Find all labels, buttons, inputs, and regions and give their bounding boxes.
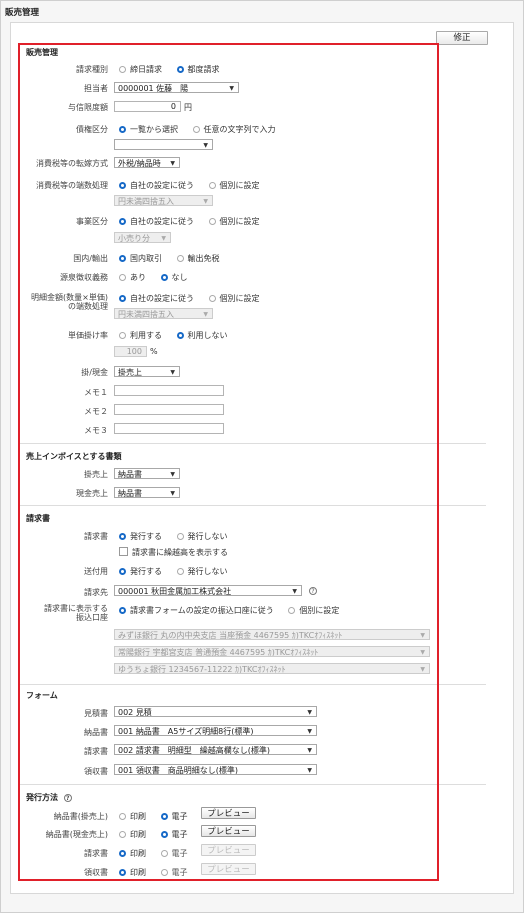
page-title: 販売管理 <box>5 8 40 18</box>
edit-button[interactable]: 修正 <box>436 31 488 45</box>
highlight-frame <box>18 43 439 881</box>
